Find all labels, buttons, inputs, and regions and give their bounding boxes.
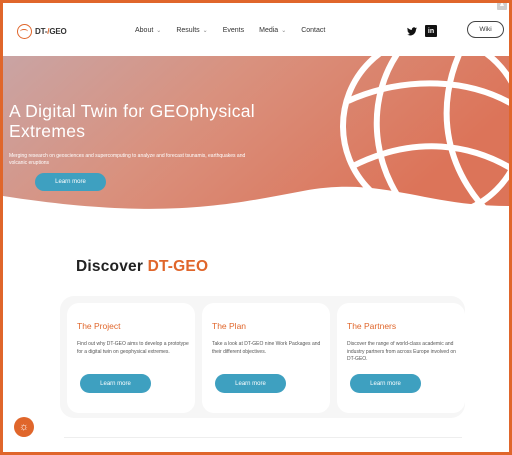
card-learn-more-button[interactable]: Learn more [215, 374, 286, 393]
main-nav: About ⌄ Results ⌄ Events Media ⌄ Contact [135, 27, 340, 34]
hero-banner: A Digital Twin for GEOphysical Extremes … [3, 56, 509, 221]
nav-item-label: Media [259, 27, 279, 34]
chevron-down-icon: ⌄ [281, 28, 287, 34]
cookie-icon[interactable]: ☼ [14, 417, 34, 437]
scroll-top-icon[interactable]: ▲ [497, 0, 507, 10]
linkedin-icon[interactable]: in [425, 25, 437, 37]
card-learn-more-button[interactable]: Learn more [80, 374, 151, 393]
divider [64, 437, 462, 438]
nav-item-label: About [135, 27, 154, 34]
discover-heading: Discover DT-GEO [76, 258, 209, 275]
twitter-icon[interactable] [406, 25, 418, 37]
nav-item-about[interactable]: About ⌄ [135, 27, 161, 34]
nav-item-contact[interactable]: Contact [301, 27, 325, 34]
card-partners: The Partners Discover the range of world… [337, 303, 465, 413]
hero-learn-more-button[interactable]: Learn more [35, 173, 106, 191]
nav-item-label: Events [222, 27, 245, 34]
card-plan: The Plan Take a look at DT-GEO nine Work… [202, 303, 330, 413]
card-title: The Partners [347, 321, 397, 331]
hero-title: A Digital Twin for GEOphysical Extremes [9, 101, 255, 141]
wiki-button[interactable]: Wiki [467, 21, 504, 38]
card-title: The Plan [212, 321, 247, 331]
nav-item-media[interactable]: Media ⌄ [259, 27, 286, 34]
site-header: DT-/GEO About ⌄ Results ⌄ Events Media ⌄… [3, 10, 509, 56]
hero-subtitle: Merging research on geosciences and supe… [9, 153, 246, 166]
nav-item-label: Results [176, 27, 200, 34]
logo-text: DT-/GEO [35, 27, 67, 36]
globe-logo-icon [17, 24, 32, 39]
nav-item-results[interactable]: Results ⌄ [176, 27, 207, 34]
card-text: Take a look at DT-GEO nine Work Packages… [212, 341, 321, 355]
card-title: The Project [77, 321, 121, 331]
card-text: Find out why DT-GEO aims to develop a pr… [77, 341, 189, 355]
chevron-down-icon: ⌄ [156, 28, 162, 34]
card-learn-more-button[interactable]: Learn more [350, 374, 421, 393]
chevron-down-icon: ⌄ [202, 28, 208, 34]
logo[interactable]: DT-/GEO [17, 24, 67, 39]
nav-item-events[interactable]: Events [223, 27, 244, 34]
nav-item-label: Contact [301, 27, 326, 34]
card-text: Discover the range of world-class academ… [347, 341, 456, 362]
card-project: The Project Find out why DT-GEO aims to … [67, 303, 195, 413]
